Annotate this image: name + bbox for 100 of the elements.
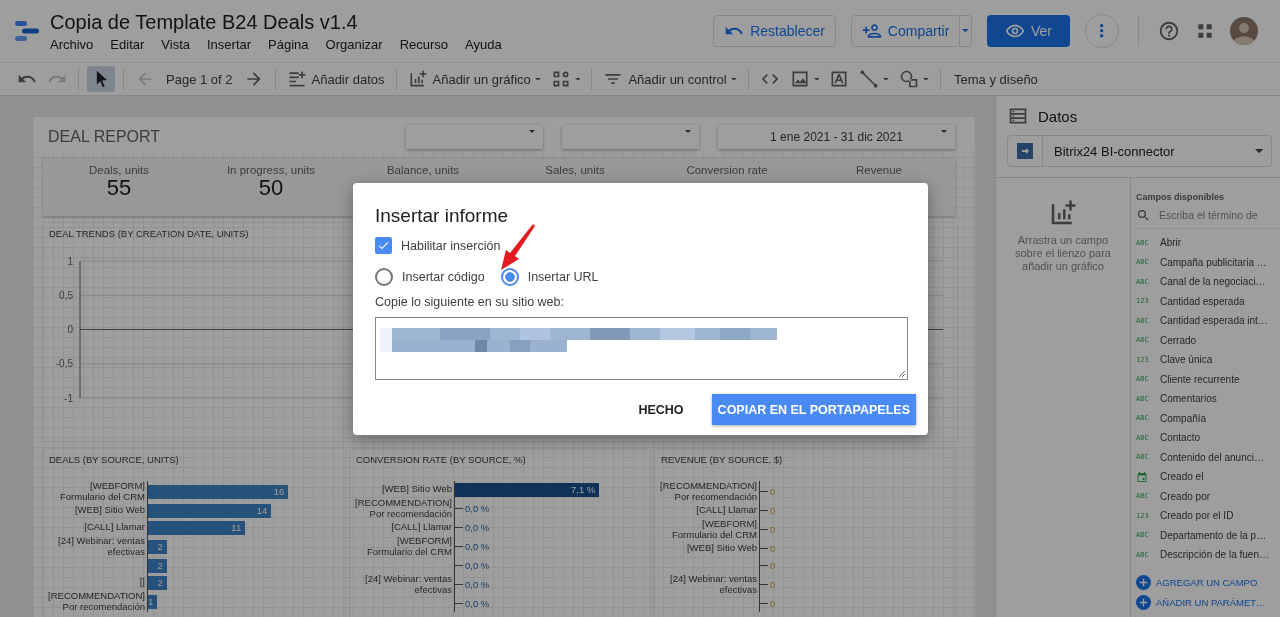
data-label: 0,0 % [464, 541, 491, 552]
menu-item[interactable]: Organizar [325, 37, 383, 52]
menu-item[interactable]: Vista [161, 37, 190, 52]
theme-button[interactable]: Tema y diseño [949, 66, 1041, 92]
connector-icon [1017, 143, 1033, 159]
radio-button[interactable] [375, 268, 393, 286]
chart-title: CONVERSION RATE (BY SOURCE, %) [355, 453, 527, 465]
category-label: [WEB] Sitio Web [686, 542, 757, 554]
add-button[interactable]: AÑADIR UN PARÁMET… [1136, 592, 1266, 612]
caret-icon [813, 77, 820, 81]
data-label: 0 [769, 560, 777, 571]
search-icon [1136, 207, 1151, 223]
help-icon [1158, 20, 1180, 42]
document-title[interactable]: Copia de Template B24 Deals v1.4 [50, 10, 502, 34]
scorecard-label: In progress, units [226, 164, 316, 176]
category-label: [WEB] Sitio Web [74, 504, 145, 516]
caret-icon [730, 77, 737, 81]
view-button[interactable]: Ver [987, 15, 1070, 47]
data-label: 14 [256, 505, 269, 516]
axis-tick-label: -1 [64, 392, 73, 404]
share-menu-button[interactable] [960, 15, 972, 47]
caret-icon [534, 77, 541, 81]
scorecard-label: Conversion rate [686, 164, 768, 176]
scorecard-value: 50 [258, 176, 284, 200]
panel-title: Datos [1038, 107, 1078, 125]
chart-title: DEALS (BY SOURCE, UNITS) [48, 453, 180, 465]
radio-option[interactable]: Insertar URL [500, 268, 599, 286]
caret-icon [574, 77, 581, 81]
category-label: [24] Webinar: ventas efectivas [670, 573, 757, 595]
dialog-title: Insertar informe [375, 205, 510, 227]
menu-item[interactable]: Recurso [399, 37, 449, 52]
data-source-dropdown[interactable]: Bitrix24 BI-connector [1007, 135, 1272, 167]
caret-icon [529, 130, 535, 133]
text-box-icon [829, 69, 850, 89]
add-control-button[interactable]: Añadir un control [600, 66, 740, 92]
data-label: 16 [273, 486, 286, 497]
data-label: 11 [231, 522, 243, 533]
search-field[interactable]: Escriba el término de [1159, 209, 1269, 221]
apps-grid-icon [1195, 21, 1215, 41]
data-label: 0,0 % [464, 522, 491, 533]
radio-button[interactable] [500, 268, 519, 286]
scorecard-label: Revenue [855, 164, 902, 176]
axis-tick-label: -0,5 [55, 358, 73, 370]
checkbox-label: Habilitar inserción [401, 238, 501, 253]
radio-option[interactable]: Insertar código [375, 268, 485, 286]
scorecard-label: Balance, units [386, 164, 460, 176]
category-label: [RECOMMENDATION] Por recomendación [660, 480, 757, 502]
category-label: [WEBFORM] Formulario del CRM [672, 518, 757, 540]
add-data-button[interactable]: Añadir datos [283, 66, 388, 92]
category-label: [24] Webinar: ventas efectivas [365, 573, 452, 595]
category-label: [RECOMMENDATION] Por recomendación [48, 590, 145, 612]
resize-grip-icon[interactable] [898, 370, 906, 378]
caret-icon [1254, 148, 1263, 154]
menu-item[interactable]: Archivo [50, 37, 94, 52]
done-button[interactable]: HECHO [638, 402, 684, 417]
caret-icon [941, 130, 947, 133]
shape-icon [899, 69, 920, 89]
menu-item[interactable]: Insertar [207, 37, 252, 52]
category-label: [WEB] Sitio Web [381, 483, 452, 495]
help-button[interactable] [1158, 20, 1180, 42]
person-add-icon [861, 21, 882, 41]
category-label: [CALL] Llamar [696, 504, 757, 516]
drop-hint: Arrastra un campo sobre el lienzo para añadir un gráfico [1014, 234, 1112, 273]
category-label: [CALL] Llamar [84, 521, 145, 533]
data-label: 1 [148, 596, 155, 607]
caret-icon [685, 130, 691, 133]
apps-button[interactable] [1195, 21, 1215, 41]
plus-icon [1136, 594, 1151, 610]
report-title: DEAL REPORT [48, 128, 161, 146]
reset-button[interactable]: Restablecer [713, 15, 836, 47]
data-label: 0 [769, 505, 777, 516]
data-label: 0 [769, 486, 777, 497]
caret-icon [883, 77, 890, 81]
data-label: 2 [157, 577, 164, 588]
line-icon [859, 69, 880, 89]
menu-item[interactable]: Editar [110, 37, 145, 52]
axis-tick-label: 0 [67, 324, 73, 335]
add-button[interactable]: AGREGAR UN CAMPO [1136, 572, 1258, 592]
data-label: 0 [769, 524, 777, 535]
select-tool-button[interactable] [87, 66, 115, 92]
share-button[interactable]: Compartir [850, 15, 961, 47]
more-vertical-icon [1100, 24, 1104, 38]
avatar[interactable] [1230, 17, 1258, 45]
menu-item[interactable]: Ayuda [465, 37, 502, 52]
menu-item[interactable]: Página [268, 37, 309, 52]
chart-title: REVENUE (BY SOURCE, $) [660, 453, 784, 465]
more-options-button[interactable] [1085, 14, 1119, 48]
scorecard-value: 55 [106, 176, 132, 200]
category-label: [WEBFORM] Formulario del CRM [367, 535, 452, 557]
plus-icon [1136, 574, 1151, 590]
data-label: 0,0 % [464, 560, 491, 571]
embed-url-field[interactable] [375, 317, 908, 380]
date-range-dropdown[interactable]: 1 ene 2021 - 31 dic 2021 [718, 125, 955, 149]
data-label: 0 [769, 598, 777, 609]
data-label: 0,0 % [464, 598, 491, 609]
add-chart-button[interactable]: Añadir un gráfico [404, 66, 544, 92]
field-item[interactable]: Creado el [1136, 467, 1280, 487]
checkbox[interactable] [375, 237, 392, 254]
caret-icon [923, 77, 930, 81]
copy-button[interactable]: COPIAR EN EL PORTAPAPELES [711, 394, 916, 425]
